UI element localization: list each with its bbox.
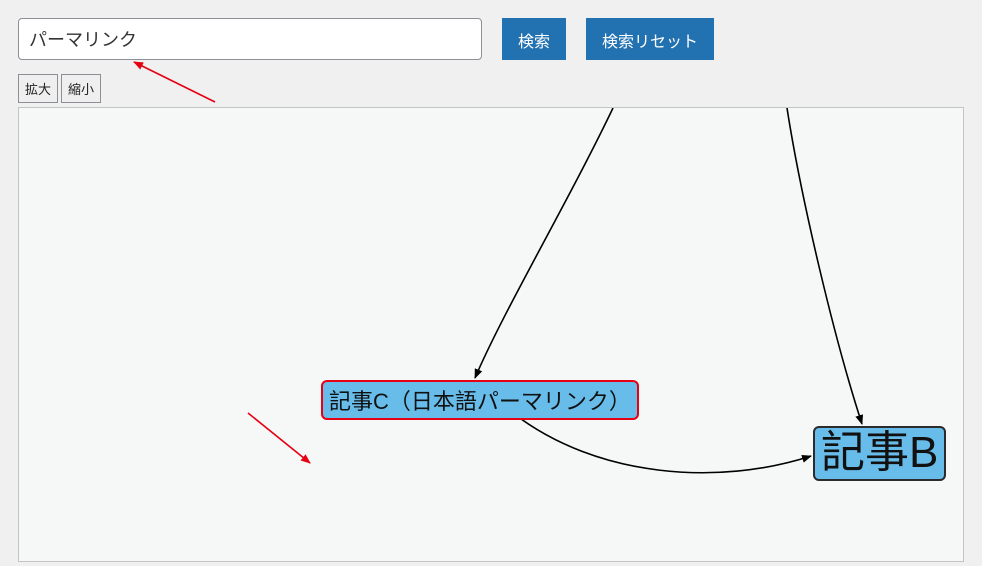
graph-canvas[interactable]: 記事C（日本語パーマリンク） 記事B <box>18 107 964 562</box>
zoom-in-button[interactable]: 拡大 <box>18 74 58 103</box>
node-b-label: 記事B <box>813 426 946 481</box>
graph-edges <box>19 108 964 562</box>
search-reset-button[interactable]: 検索リセット <box>586 18 714 60</box>
edge-to-b <box>787 108 862 424</box>
controls-row: 検索 検索リセット <box>18 18 964 60</box>
search-button[interactable]: 検索 <box>502 18 566 60</box>
zoom-row: 拡大 縮小 <box>18 74 964 103</box>
edge-c-to-b <box>513 413 811 473</box>
search-input[interactable] <box>18 18 482 60</box>
node-c-label: 記事C（日本語パーマリンク） <box>321 380 639 420</box>
edge-to-c <box>475 108 613 378</box>
node-b[interactable]: 記事B <box>813 426 946 481</box>
node-c[interactable]: 記事C（日本語パーマリンク） <box>321 380 639 420</box>
zoom-out-button[interactable]: 縮小 <box>61 74 101 103</box>
